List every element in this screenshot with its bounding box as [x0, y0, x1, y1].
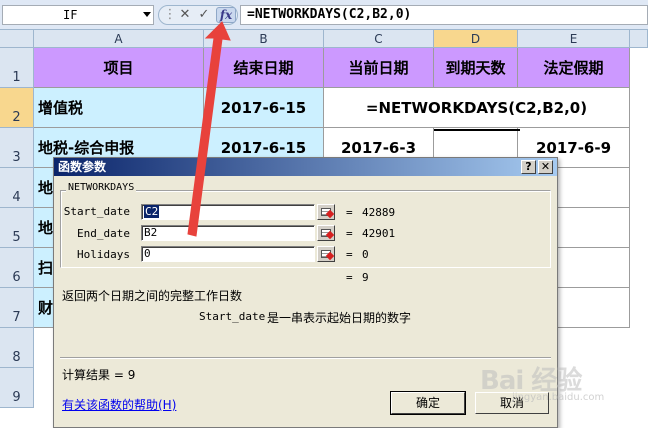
row-header-8[interactable]: 8 [0, 328, 34, 368]
select-all-corner[interactable] [0, 30, 34, 48]
calc-result-label: 计算结果 = [62, 368, 128, 382]
row-header-6[interactable]: 6 [0, 248, 34, 288]
formula-buttons: ⋮ ✕ ✓ fx [158, 5, 238, 25]
cell-d2-formula[interactable]: =NETWORKDAYS(C2,B2,0) [324, 88, 630, 128]
start-date-label: Start_date [63, 205, 130, 218]
row-header-4[interactable]: 4 [0, 168, 34, 208]
formula-bar: IF ⋮ ✕ ✓ fx =NETWORKDAYS(C2,B2,0) [0, 0, 648, 30]
cancel-formula-button[interactable]: ✕ [177, 6, 193, 24]
function-name-legend: NETWORKDAYS [66, 182, 137, 193]
header-cell-end-date[interactable]: 结束日期 [204, 48, 324, 88]
arrow-icon [325, 251, 335, 261]
row-header-1[interactable]: 1 [0, 48, 34, 88]
active-cell-marker [434, 127, 520, 131]
dialog-title-bar[interactable]: 函数参数 ? ✕ [54, 158, 557, 176]
holidays-label: Holidays [77, 248, 130, 261]
arrow-icon [325, 209, 335, 219]
column-header-a[interactable]: A [34, 30, 204, 48]
cell-a2[interactable]: 增值税 [34, 88, 204, 128]
function-description: 返回两个日期之间的完整工作日数 [62, 289, 243, 303]
baidu-watermark-url: jingyan.baidu.com [512, 392, 605, 403]
header-cell-holidays[interactable]: 法定假期 [518, 48, 630, 88]
chevron-down-icon[interactable] [143, 12, 151, 17]
argument-description-name: Start_date [199, 310, 266, 323]
column-header-f[interactable] [630, 30, 648, 48]
start-date-value: C2 [144, 205, 160, 218]
function-result-eq: = [346, 271, 353, 284]
header-cell-item[interactable]: 项目 [34, 48, 204, 88]
holidays-input[interactable]: 0 [141, 246, 315, 262]
start-date-eq: = [346, 206, 353, 219]
end-date-ref-button[interactable] [317, 225, 335, 241]
insert-function-button[interactable]: fx [216, 7, 236, 23]
holidays-result: 0 [362, 248, 369, 261]
calc-result: 计算结果 = 9 [62, 366, 135, 383]
row-header-7[interactable]: 7 [0, 288, 34, 328]
row-header-2[interactable]: 2 [0, 88, 34, 128]
function-result: 9 [362, 271, 369, 284]
ok-button[interactable]: 确定 [391, 392, 465, 414]
start-date-result: 42889 [362, 206, 396, 219]
enter-formula-button[interactable]: ✓ [195, 6, 213, 24]
close-button[interactable]: ✕ [538, 160, 553, 174]
header-cell-days-due[interactable]: 到期天数 [434, 48, 518, 88]
row-header-9[interactable]: 9 [0, 368, 34, 408]
name-box[interactable]: IF [2, 5, 154, 25]
header-cell-current-date[interactable]: 当前日期 [324, 48, 434, 88]
column-header-d[interactable]: D [434, 30, 518, 48]
start-date-input[interactable]: C2 [141, 204, 315, 220]
start-date-ref-button[interactable] [317, 204, 335, 220]
dialog-title: 函数参数 [58, 160, 107, 174]
holidays-eq: = [346, 248, 353, 261]
end-date-result: 42901 [362, 227, 396, 240]
end-date-input[interactable]: B2 [141, 225, 315, 241]
holidays-ref-button[interactable] [317, 246, 335, 262]
cell-b2[interactable]: 2017-6-15 [204, 88, 324, 128]
calc-result-value: 9 [127, 368, 136, 382]
drag-handle-icon[interactable]: ⋮ [163, 6, 177, 24]
row-header-5[interactable]: 5 [0, 208, 34, 248]
column-header-c[interactable]: C [324, 30, 434, 48]
function-help-link[interactable]: 有关该函数的帮助(H) [62, 396, 176, 413]
argument-description: 是一串表示起始日期的数字 [267, 311, 412, 325]
row-header-3[interactable]: 3 [0, 128, 34, 168]
help-title-button[interactable]: ? [521, 160, 536, 174]
end-date-label: End_date [77, 227, 130, 240]
arrow-icon [325, 230, 335, 240]
formula-input[interactable]: =NETWORKDAYS(C2,B2,0) [240, 5, 648, 25]
column-header-e[interactable]: E [518, 30, 630, 48]
column-header-b[interactable]: B [204, 30, 324, 48]
end-date-eq: = [346, 227, 353, 240]
divider [60, 357, 551, 359]
